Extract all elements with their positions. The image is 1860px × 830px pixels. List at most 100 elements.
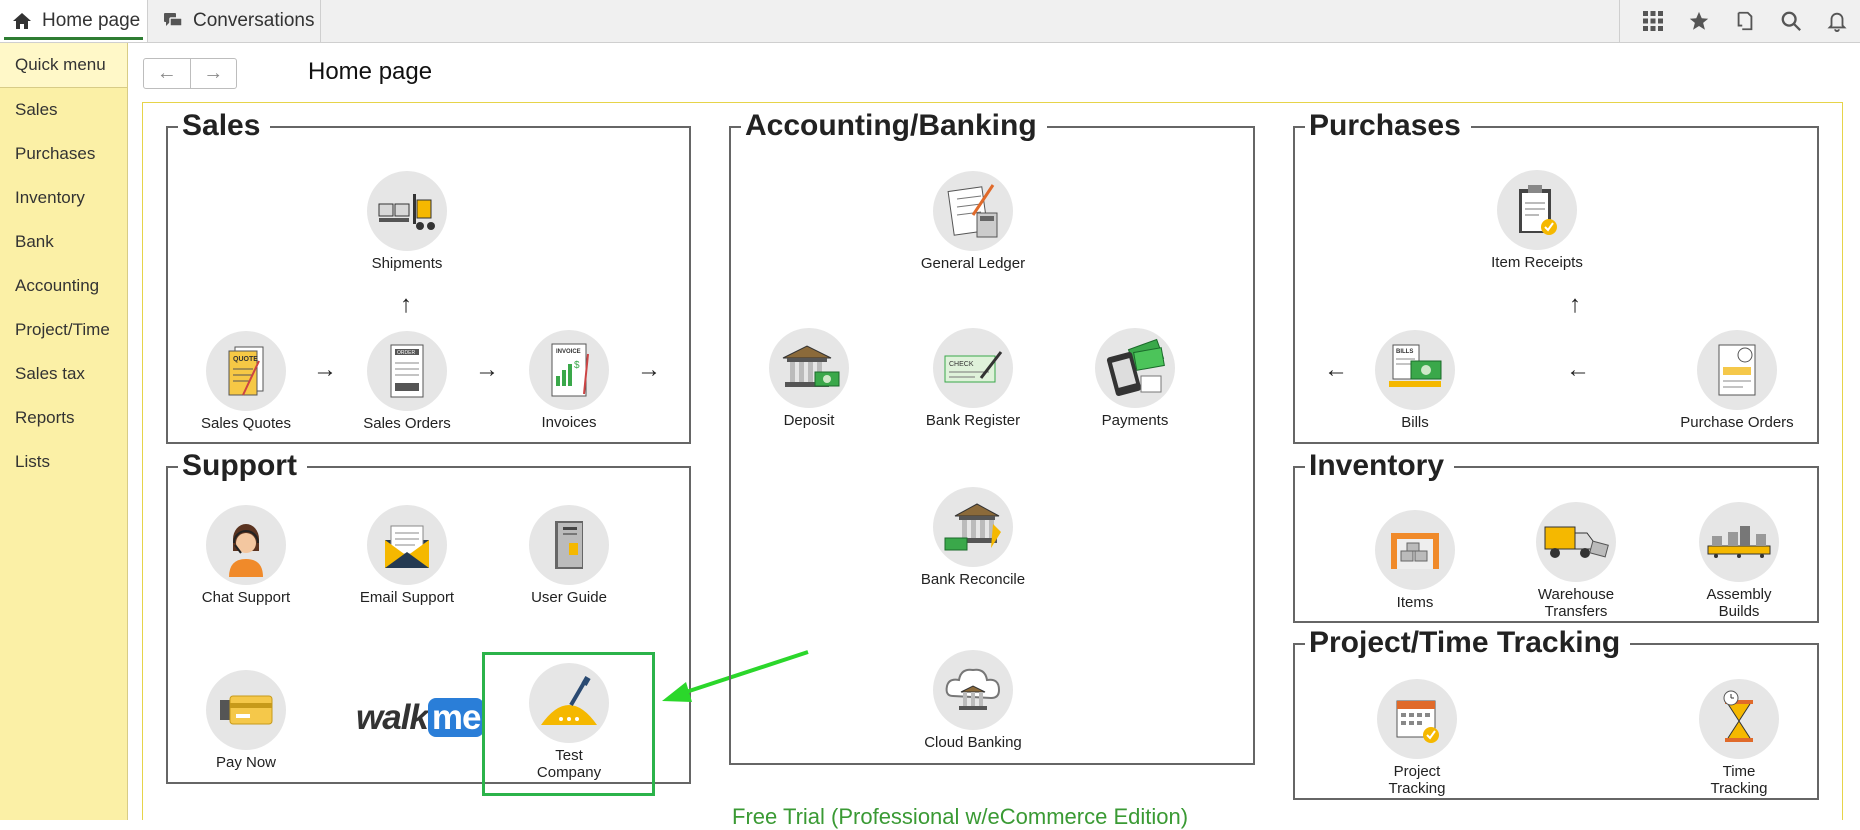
time-tracking-label-line2: Tracking bbox=[1710, 780, 1768, 797]
assembly-builds-node[interactable]: Assembly Builds bbox=[1664, 502, 1814, 620]
accounting-banking-panel-title: Accounting/Banking bbox=[741, 108, 1047, 144]
warehouse-items-icon bbox=[1391, 533, 1439, 569]
sales-quotes-node[interactable]: QUOTE Sales Quotes bbox=[171, 331, 321, 432]
search-icon[interactable] bbox=[1768, 0, 1814, 42]
bills-cash-icon: BILLS bbox=[1389, 344, 1442, 387]
arrow-left-icon: ← bbox=[1566, 356, 1590, 383]
warehouse-transfers-label-line1: Warehouse bbox=[1537, 586, 1615, 603]
warehouse-transfers-circle bbox=[1536, 502, 1616, 582]
payments-node[interactable]: Payments bbox=[1060, 328, 1210, 429]
purchase-orders-node[interactable]: Purchase Orders bbox=[1662, 330, 1812, 431]
guide-book-icon bbox=[555, 521, 583, 569]
items-node[interactable]: Items bbox=[1340, 510, 1490, 611]
assembly-builds-circle bbox=[1699, 502, 1779, 582]
time-tracking-node[interactable]: Time Tracking bbox=[1664, 679, 1814, 797]
general-ledger-circle bbox=[933, 171, 1013, 251]
inventory-panel-title: Inventory bbox=[1305, 448, 1455, 484]
email-support-label: Email Support bbox=[359, 589, 455, 606]
item-receipts-node[interactable]: Item Receipts bbox=[1462, 170, 1612, 271]
sales-orders-label: Sales Orders bbox=[363, 415, 451, 432]
chat-support-circle bbox=[206, 505, 286, 585]
pay-now-node[interactable]: Pay Now bbox=[171, 670, 321, 771]
sidebar-item-inventory[interactable]: Inventory bbox=[0, 176, 127, 220]
project-time-panel-title: Project/Time Tracking bbox=[1305, 625, 1631, 661]
sidebar-item-sales[interactable]: Sales bbox=[0, 88, 127, 132]
assembly-line-icon bbox=[1707, 526, 1771, 558]
bank-reconcile-label: Bank Reconcile bbox=[920, 571, 1026, 588]
email-support-node[interactable]: Email Support bbox=[332, 505, 482, 606]
sidebar-quick-menu[interactable]: Quick menu bbox=[0, 43, 127, 88]
tab-conversations[interactable]: Conversations bbox=[149, 0, 321, 42]
chat-support-node[interactable]: Chat Support bbox=[171, 505, 321, 606]
pay-now-label: Pay Now bbox=[215, 754, 277, 771]
project-tracking-node[interactable]: Project Tracking bbox=[1342, 679, 1492, 797]
walkme-logo[interactable]: walk me bbox=[356, 698, 485, 738]
bank-reconcile-circle bbox=[933, 487, 1013, 567]
copy-icon[interactable] bbox=[1722, 0, 1768, 42]
purchase-order-icon bbox=[1718, 344, 1756, 396]
cloud-banking-node[interactable]: Cloud Banking bbox=[898, 650, 1048, 751]
bank-reconcile-node[interactable]: Bank Reconcile bbox=[898, 487, 1048, 588]
forklift-icon bbox=[378, 194, 435, 230]
bills-label: Bills bbox=[1401, 414, 1429, 431]
project-tracking-label-line1: Project bbox=[1393, 763, 1441, 780]
invoices-node[interactable]: INVOICE $ Invoices bbox=[494, 330, 644, 431]
invoice-document-icon: INVOICE $ bbox=[551, 343, 589, 397]
shipments-node[interactable]: Shipments bbox=[332, 171, 482, 272]
svg-text:INVOICE: INVOICE bbox=[556, 349, 581, 355]
sidebar-item-reports[interactable]: Reports bbox=[0, 396, 127, 440]
sidebar-item-bank[interactable]: Bank bbox=[0, 220, 127, 264]
sidebar-item-lists[interactable]: Lists bbox=[0, 440, 127, 484]
bank-register-node[interactable]: CHECK Bank Register bbox=[898, 328, 1048, 429]
general-ledger-label: General Ledger bbox=[920, 255, 1026, 272]
sales-orders-circle: ORDER bbox=[367, 331, 447, 411]
items-circle bbox=[1375, 510, 1455, 590]
bills-node[interactable]: BILLS Bills bbox=[1340, 330, 1490, 431]
pay-now-circle bbox=[206, 670, 286, 750]
sidebar-item-purchases[interactable]: Purchases bbox=[0, 132, 127, 176]
svg-text:BILLS: BILLS bbox=[1396, 349, 1413, 355]
chat-bubbles-icon bbox=[164, 13, 183, 27]
items-label: Items bbox=[1396, 594, 1434, 611]
warehouse-transfers-node[interactable]: Warehouse Transfers bbox=[1501, 502, 1651, 620]
sidebar-item-accounting[interactable]: Accounting bbox=[0, 264, 127, 308]
bank-reconcile-icon bbox=[944, 503, 1001, 551]
home-icon bbox=[13, 13, 31, 29]
sidebar-item-project-time[interactable]: Project/Time bbox=[0, 308, 127, 352]
phone-cash-icon bbox=[1106, 338, 1165, 397]
calendar-check-icon bbox=[1396, 700, 1439, 743]
general-ledger-node[interactable]: General Ledger bbox=[898, 171, 1048, 272]
sidebar: Quick menu Sales Purchases Inventory Ban… bbox=[0, 43, 128, 820]
deposit-circle bbox=[769, 328, 849, 408]
sidebar-item-sales-tax[interactable]: Sales tax bbox=[0, 352, 127, 396]
star-icon[interactable] bbox=[1676, 0, 1722, 42]
invoices-label: Invoices bbox=[541, 414, 597, 431]
sales-orders-node[interactable]: ORDER Sales Orders bbox=[332, 331, 482, 432]
test-company-highlight-box bbox=[482, 652, 655, 796]
delivery-truck-icon bbox=[1544, 526, 1609, 558]
bell-icon[interactable] bbox=[1814, 0, 1860, 42]
free-trial-link[interactable]: Free Trial (Professional w/eCommerce Edi… bbox=[732, 804, 1188, 830]
hourglass-clock-icon bbox=[1723, 690, 1753, 742]
envelope-icon bbox=[385, 525, 429, 568]
invoices-circle: INVOICE $ bbox=[529, 330, 609, 410]
assembly-builds-label-line1: Assembly bbox=[1706, 586, 1772, 603]
apps-grid-icon[interactable] bbox=[1630, 0, 1676, 42]
item-receipts-label: Item Receipts bbox=[1491, 254, 1583, 271]
cloud-banking-label: Cloud Banking bbox=[924, 734, 1022, 751]
history-nav: ← → bbox=[143, 58, 237, 89]
deposit-node[interactable]: Deposit bbox=[734, 328, 884, 429]
forward-arrow-icon[interactable]: → bbox=[189, 59, 237, 88]
order-document-icon: ORDER bbox=[390, 344, 424, 398]
assembly-builds-label-line2: Builds bbox=[1718, 603, 1760, 620]
bills-circle: BILLS bbox=[1375, 330, 1455, 410]
purchases-panel-title: Purchases bbox=[1305, 108, 1471, 144]
check-pen-icon: CHECK bbox=[944, 351, 1003, 383]
time-tracking-label: Time Tracking bbox=[1664, 763, 1814, 797]
cloud-bank-icon bbox=[945, 668, 1001, 710]
support-panel-title: Support bbox=[178, 448, 307, 484]
tab-home-page[interactable]: Home page bbox=[0, 0, 148, 42]
bank-register-circle: CHECK bbox=[933, 328, 1013, 408]
user-guide-node[interactable]: User Guide bbox=[494, 505, 644, 606]
back-arrow-icon[interactable]: ← bbox=[144, 59, 190, 88]
